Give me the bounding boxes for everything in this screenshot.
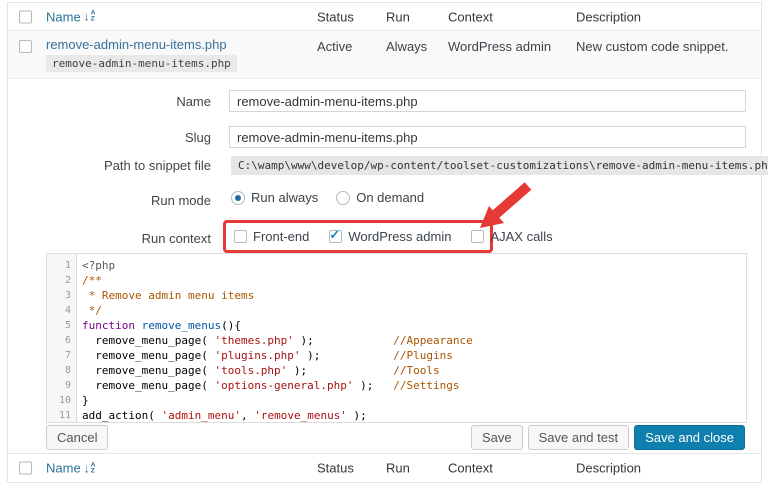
run-mode-option-run-always[interactable]: Run always xyxy=(231,190,318,205)
select-all-checkbox-bottom[interactable]: ✓ xyxy=(19,462,32,475)
save-and-test-button[interactable]: Save and test xyxy=(528,425,630,450)
slug-field-label: Slug xyxy=(38,130,211,145)
radio-on-demand[interactable] xyxy=(336,191,350,205)
column-header-status: Status xyxy=(317,9,354,24)
snippets-page: ✓ Name ↓ AZ Status Run Context Descripti… xyxy=(0,0,768,486)
column-header-run: Run xyxy=(386,9,410,24)
sort-az-icon: ↓ AZ xyxy=(84,462,96,474)
name-input[interactable] xyxy=(229,90,746,112)
checkbox-front-end[interactable]: ✓ xyxy=(234,230,247,243)
cancel-button[interactable]: Cancel xyxy=(46,425,108,450)
column-header-context-bottom: Context xyxy=(448,461,493,476)
run-context-label: Run context xyxy=(38,231,211,246)
row-checkbox[interactable]: ✓ xyxy=(19,40,32,53)
column-header-name-bottom[interactable]: Name ↓ AZ xyxy=(46,461,95,476)
table-header-bottom: ✓ Name ↓ AZ Status Run Context Descripti… xyxy=(8,453,761,483)
radio-run-always[interactable] xyxy=(231,191,245,205)
slug-input[interactable] xyxy=(229,126,746,148)
snippets-table: ✓ Name ↓ AZ Status Run Context Descripti… xyxy=(7,2,762,482)
checkbox-ajax-calls[interactable]: ✓ xyxy=(471,230,484,243)
editor-code[interactable]: <?php/** * Remove admin menu items */fun… xyxy=(77,254,746,422)
description-cell: New custom code snippet. xyxy=(576,39,728,54)
path-field-label: Path to snippet file xyxy=(38,158,211,173)
run-mode-option-on-demand[interactable]: On demand xyxy=(336,190,424,205)
status-cell: Active xyxy=(317,39,352,54)
code-editor[interactable]: 1234567891011 <?php/** * Remove admin me… xyxy=(46,253,747,423)
sort-az-icon: ↓ AZ xyxy=(84,11,96,23)
run-mode-label: Run mode xyxy=(38,193,211,208)
name-field-label: Name xyxy=(38,94,211,109)
column-header-description: Description xyxy=(576,9,641,24)
save-and-close-button[interactable]: Save and close xyxy=(634,425,745,450)
column-header-description-bottom: Description xyxy=(576,461,641,476)
table-header-top: ✓ Name ↓ AZ Status Run Context Descripti… xyxy=(8,3,761,31)
context-option-wordpress-admin[interactable]: ✓ WordPress admin xyxy=(329,229,451,244)
save-button-group: Save Save and test Save and close xyxy=(471,425,745,450)
snippet-slug-badge: remove-admin-menu-items.php xyxy=(46,55,237,72)
run-cell: Always xyxy=(386,39,427,54)
column-header-run-bottom: Run xyxy=(386,461,410,476)
annotation-arrow-icon xyxy=(472,181,538,233)
column-name-label: Name xyxy=(46,9,81,24)
select-all-checkbox[interactable]: ✓ xyxy=(19,10,32,23)
context-option-ajax-calls[interactable]: ✓ AJAX calls xyxy=(471,229,552,244)
context-cell: WordPress admin xyxy=(448,39,551,54)
context-option-front-end[interactable]: ✓ Front-end xyxy=(234,229,309,244)
snippet-file-path: C:\wamp\www\develop/wp-content/toolset-c… xyxy=(231,156,768,175)
snippet-name-link[interactable]: remove-admin-menu-items.php xyxy=(46,37,227,52)
checkbox-wordpress-admin[interactable]: ✓ xyxy=(329,230,342,243)
run-context-options: ✓ Front-end ✓ WordPress admin ✓ AJAX cal… xyxy=(234,229,553,244)
table-row: ✓ remove-admin-menu-items.php remove-adm… xyxy=(8,31,761,79)
run-mode-options: Run always On demand xyxy=(231,190,424,205)
column-header-name[interactable]: Name ↓ AZ xyxy=(46,9,95,24)
column-header-context: Context xyxy=(448,9,493,24)
save-button[interactable]: Save xyxy=(471,425,523,450)
editor-gutter: 1234567891011 xyxy=(47,254,77,422)
column-header-status-bottom: Status xyxy=(317,461,354,476)
